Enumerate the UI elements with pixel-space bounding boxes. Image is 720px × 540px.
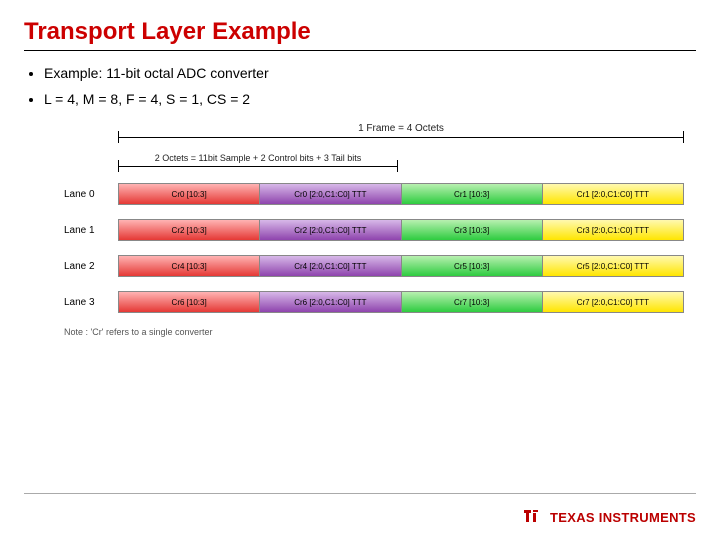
footer-rule bbox=[24, 493, 696, 494]
lane-cell: Cr6 [2:0,C1:C0] TTT bbox=[259, 292, 400, 312]
lane-label: Lane 2 bbox=[64, 261, 118, 272]
lane-cells: Cr4 [10:3]Cr4 [2:0,C1:C0] TTTCr5 [10:3]C… bbox=[118, 255, 684, 277]
title-rule bbox=[24, 50, 696, 51]
lane-cell: Cr2 [10:3] bbox=[118, 220, 259, 240]
lane-cell: Cr7 [2:0,C1:C0] TTT bbox=[542, 292, 684, 312]
lane-cell: Cr3 [2:0,C1:C0] TTT bbox=[542, 220, 684, 240]
octet-span: 2 Octets = 11bit Sample + 2 Control bits… bbox=[118, 155, 398, 177]
lane-cell: Cr7 [10:3] bbox=[401, 292, 542, 312]
lane-label: Lane 0 bbox=[64, 189, 118, 200]
lane-cell: Cr6 [10:3] bbox=[118, 292, 259, 312]
lane-cell: Cr0 [10:3] bbox=[118, 184, 259, 204]
lane-row: Lane 0Cr0 [10:3]Cr0 [2:0,C1:C0] TTTCr1 [… bbox=[64, 183, 684, 205]
lane-row: Lane 1Cr2 [10:3]Cr2 [2:0,C1:C0] TTTCr3 [… bbox=[64, 219, 684, 241]
lane-cell: Cr1 [2:0,C1:C0] TTT bbox=[542, 184, 684, 204]
lane-cell: Cr2 [2:0,C1:C0] TTT bbox=[259, 220, 400, 240]
bullet-list: Example: 11-bit octal ADC converter L = … bbox=[30, 65, 696, 107]
lane-row: Lane 3Cr6 [10:3]Cr6 [2:0,C1:C0] TTTCr7 [… bbox=[64, 291, 684, 313]
octet-bar bbox=[118, 166, 398, 167]
lane-cell: Cr5 [2:0,C1:C0] TTT bbox=[542, 256, 684, 276]
lane-label: Lane 1 bbox=[64, 225, 118, 236]
diagram-note: Note : 'Cr' refers to a single converter bbox=[64, 327, 696, 337]
frame-bar bbox=[118, 137, 684, 138]
lane-cell: Cr4 [10:3] bbox=[118, 256, 259, 276]
lane-cell: Cr0 [2:0,C1:C0] TTT bbox=[259, 184, 400, 204]
ti-logo-icon bbox=[522, 508, 544, 526]
slide-title: Transport Layer Example bbox=[24, 18, 696, 46]
lane-cells: Cr0 [10:3]Cr0 [2:0,C1:C0] TTTCr1 [10:3]C… bbox=[118, 183, 684, 205]
lane-cells: Cr6 [10:3]Cr6 [2:0,C1:C0] TTTCr7 [10:3]C… bbox=[118, 291, 684, 313]
lane-cells: Cr2 [10:3]Cr2 [2:0,C1:C0] TTTCr3 [10:3]C… bbox=[118, 219, 684, 241]
lane-label: Lane 3 bbox=[64, 297, 118, 308]
octet-label: 2 Octets = 11bit Sample + 2 Control bits… bbox=[118, 153, 398, 163]
ti-logo: TEXAS INSTRUMENTS bbox=[522, 508, 696, 526]
lane-cell: Cr3 [10:3] bbox=[401, 220, 542, 240]
ti-logo-text: TEXAS INSTRUMENTS bbox=[550, 510, 696, 525]
lane-row: Lane 2Cr4 [10:3]Cr4 [2:0,C1:C0] TTTCr5 [… bbox=[64, 255, 684, 277]
lane-cell: Cr1 [10:3] bbox=[401, 184, 542, 204]
lane-diagram: 1 Frame = 4 Octets 2 Octets = 11bit Samp… bbox=[64, 125, 684, 313]
bullet-item: Example: 11-bit octal ADC converter bbox=[44, 65, 696, 81]
lane-cell: Cr5 [10:3] bbox=[401, 256, 542, 276]
frame-span: 1 Frame = 4 Octets bbox=[118, 125, 684, 151]
frame-label: 1 Frame = 4 Octets bbox=[118, 123, 684, 134]
lane-cell: Cr4 [2:0,C1:C0] TTT bbox=[259, 256, 400, 276]
bullet-item: L = 4, M = 8, F = 4, S = 1, CS = 2 bbox=[44, 91, 696, 107]
